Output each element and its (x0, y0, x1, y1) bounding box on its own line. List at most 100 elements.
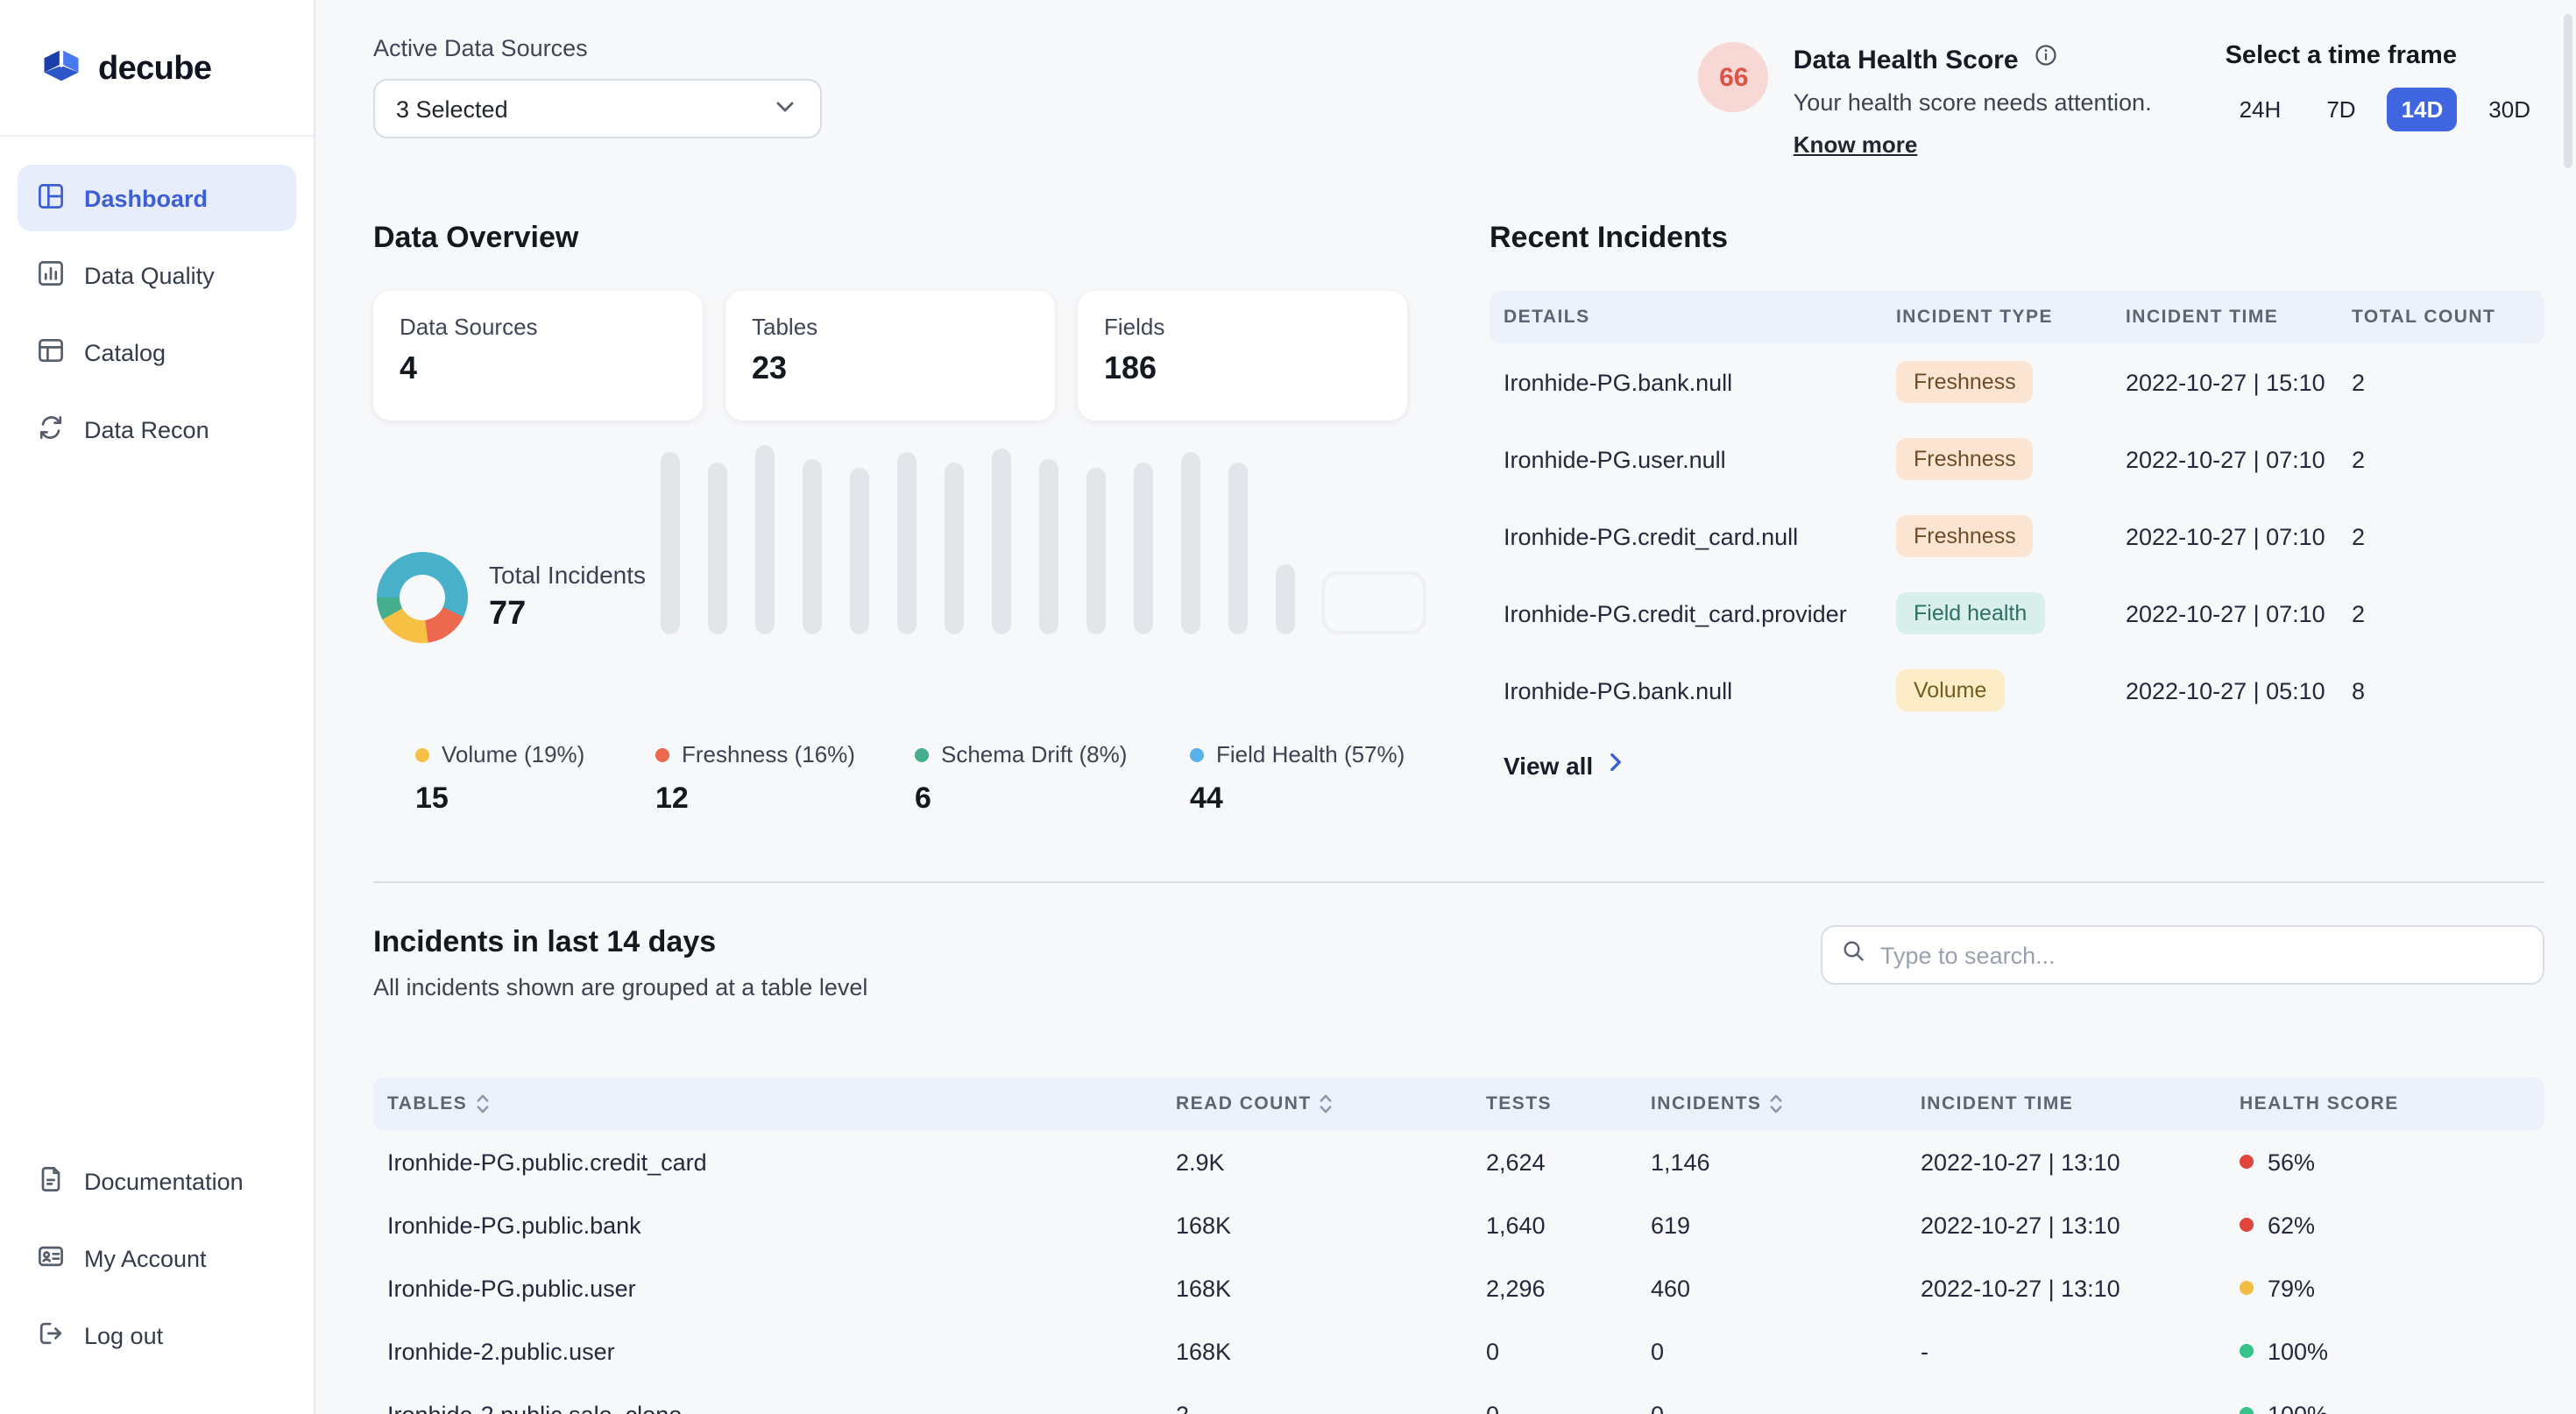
incidents-section-header: Incidents in last 14 days All incidents … (373, 925, 2544, 1000)
stat-value: 4 (400, 350, 676, 387)
incident-count: 2 (2352, 369, 2544, 395)
health-score-cell: 62% (2240, 1212, 2544, 1238)
data-overview-title: Data Overview (373, 221, 1407, 256)
column-header-incident-type: Incident Type (1896, 307, 2126, 328)
incident-row[interactable]: Ironhide-PG.credit_card.provider Field h… (1490, 575, 2544, 652)
legend-label: Schema Drift (8%) (941, 741, 1127, 767)
sidebar-item-data-quality[interactable]: Data Quality (18, 242, 296, 308)
legend-label: Freshness (16%) (682, 741, 855, 767)
column-header-read-count[interactable]: Read Count (1176, 1092, 1486, 1116)
brand-logo[interactable]: decube (0, 0, 314, 137)
sidebar-footer: Documentation My Account Log out (0, 1120, 314, 1414)
sort-icon[interactable] (1319, 1092, 1334, 1116)
stat-cards: Data Sources 4 Tables 23 Fields 186 (373, 291, 1407, 421)
column-header-incidents[interactable]: Incidents (1651, 1092, 1921, 1116)
recent-incidents-table: Details Incident Type Incident Time Tota… (1490, 291, 2544, 780)
data-overview-section: Data Overview Data Sources 4 Tables 23 F… (373, 221, 1407, 839)
catalog-icon (35, 334, 67, 371)
timeframe-7d-button[interactable]: 7D (2312, 88, 2369, 131)
sidebar-item-my-account[interactable]: My Account (18, 1225, 296, 1291)
bar (945, 463, 964, 634)
sort-icon[interactable] (474, 1092, 490, 1116)
timeframe-24h-button[interactable]: 24H (2226, 88, 2296, 131)
incident-row[interactable]: Ironhide-PG.bank.null Volume 2022-10-27 … (1490, 652, 2544, 729)
incident-time: 2022-10-27 | 07:10 (2126, 523, 2352, 549)
incident-type-badge: Field health (1896, 592, 2044, 634)
legend-item-volume: Volume (19%) 15 (415, 741, 584, 817)
incidents-legend: Volume (19%) 15 Freshness (16%) 12 (373, 741, 1407, 839)
health-percent: 100% (2268, 1338, 2328, 1364)
incident-details: Ironhide-PG.bank.null (1504, 369, 1896, 395)
sidebar-item-label: My Account (84, 1245, 207, 1271)
dashboard-icon (35, 180, 67, 216)
stat-card-tables: Tables 23 (725, 291, 1055, 421)
sidebar-item-catalog[interactable]: Catalog (18, 319, 296, 385)
tests-count: 0 (1486, 1401, 1651, 1414)
incident-row[interactable]: Ironhide-PG.bank.null Freshness 2022-10-… (1490, 343, 2544, 421)
incidents-count: 460 (1651, 1275, 1921, 1301)
bar (1086, 468, 1106, 634)
recent-incidents-header: Details Incident Type Incident Time Tota… (1490, 291, 2544, 343)
health-score-cell: 100% (2240, 1338, 2544, 1364)
incident-count: 8 (2352, 677, 2544, 703)
sidebar-item-label: Dashboard (84, 185, 208, 211)
view-all-link[interactable]: View all (1490, 750, 1628, 780)
sidebar-item-log-out[interactable]: Log out (18, 1302, 296, 1368)
legend-dot (1190, 747, 1204, 761)
timeframe-30d-button[interactable]: 30D (2474, 88, 2544, 131)
table-name: Ironhide-2.public.user (387, 1338, 1176, 1364)
column-header-total-count: Total Count (2352, 307, 2544, 328)
incident-row[interactable]: Ironhide-PG.user.null Freshness 2022-10-… (1490, 421, 2544, 498)
incident-type-badge: Volume (1896, 669, 2004, 711)
sidebar-item-label: Documentation (84, 1168, 244, 1194)
health-dot (2240, 1218, 2254, 1232)
documentation-icon (35, 1163, 67, 1199)
bar (1276, 564, 1295, 634)
search-input[interactable] (1880, 942, 2525, 968)
know-more-link[interactable]: Know more (1794, 131, 1918, 158)
table-row[interactable]: Ironhide-PG.public.user 168K 2,296 460 2… (373, 1256, 2544, 1319)
chevron-down-icon (771, 92, 799, 125)
read-count: 168K (1176, 1212, 1486, 1238)
bar (1228, 463, 1248, 634)
sidebar-item-documentation[interactable]: Documentation (18, 1148, 296, 1214)
sidebar-item-dashboard[interactable]: Dashboard (18, 165, 296, 231)
timeframe-14d-button[interactable]: 14D (2388, 88, 2458, 131)
info-icon[interactable] (2033, 42, 2059, 77)
table-name: Ironhide-PG.public.credit_card (387, 1149, 1176, 1175)
incident-time: 2022-10-27 | 07:10 (2126, 446, 2352, 472)
stat-value: 23 (752, 350, 1029, 387)
column-header-tables[interactable]: Tables (387, 1092, 1176, 1116)
total-incidents-label: Total Incidents (489, 561, 646, 589)
data-sources-select[interactable]: 3 Selected (373, 79, 822, 138)
stat-label: Data Sources (400, 314, 676, 340)
bar (755, 445, 775, 634)
table-row[interactable]: Ironhide-PG.public.credit_card 2.9K 2,62… (373, 1130, 2544, 1193)
brand-name: decube (98, 50, 211, 88)
bar (803, 459, 822, 634)
incident-type-badge: Freshness (1896, 515, 2034, 557)
section-divider (373, 881, 2544, 883)
read-count: 2 (1176, 1401, 1486, 1414)
sort-icon[interactable] (1768, 1092, 1784, 1116)
column-header-details: Details (1504, 307, 1896, 328)
table-row[interactable]: Ironhide-2.public.sale_clone 2 0 0 - 100… (373, 1382, 2544, 1414)
scrollbar-thumb[interactable] (2564, 14, 2572, 168)
table-row[interactable]: Ironhide-2.public.user 168K 0 0 - 100% (373, 1319, 2544, 1382)
timeframe-label: Select a time frame (2226, 42, 2544, 70)
incident-row[interactable]: Ironhide-PG.credit_card.null Freshness 2… (1490, 498, 2544, 575)
incidents-donut (377, 552, 468, 643)
incident-type-badge: Freshness (1896, 438, 2034, 480)
sidebar: decube Dashboard Data Quality (0, 0, 315, 1414)
health-score-title: Data Health Score (1794, 45, 2019, 74)
incidents-title: Incidents in last 14 days (373, 925, 867, 960)
sidebar-item-label: Data Quality (84, 262, 215, 288)
view-all-label: View all (1504, 751, 1593, 779)
sidebar-item-label: Data Recon (84, 416, 209, 442)
health-dot (2240, 1407, 2254, 1414)
sidebar-item-data-recon[interactable]: Data Recon (18, 396, 296, 463)
sidebar-item-label: Catalog (84, 339, 166, 365)
logout-icon (35, 1317, 67, 1354)
table-row[interactable]: Ironhide-PG.public.bank 168K 1,640 619 2… (373, 1193, 2544, 1256)
legend-dot (655, 747, 669, 761)
